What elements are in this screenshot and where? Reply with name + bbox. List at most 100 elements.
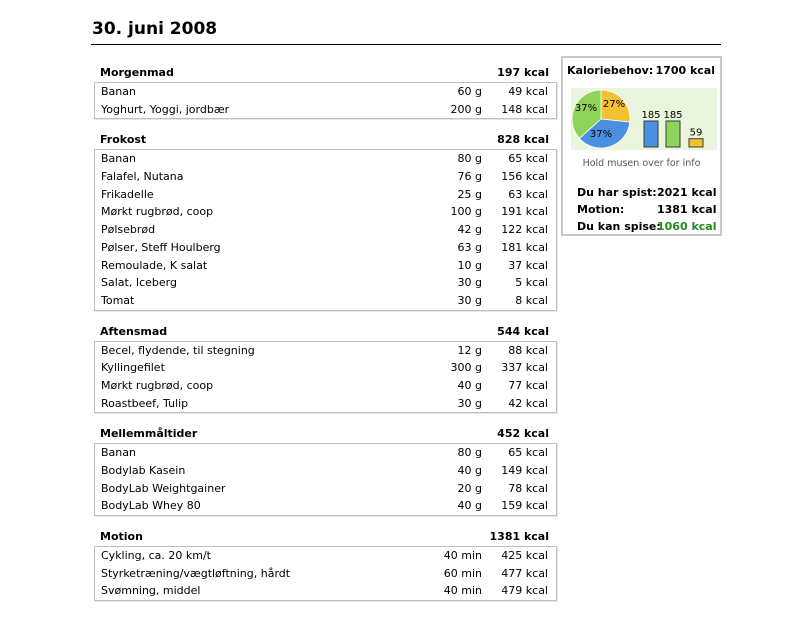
pie-slice-label: 27% [603,99,625,110]
food-row[interactable]: Pølser, Steff Houlberg 63 g 181 kcal [95,239,556,257]
food-name: Mørkt rugbrød, coop [101,378,214,392]
food-row[interactable]: Tomat 30 g 8 kcal [95,292,556,310]
food-kcal: 148 kcal [501,102,548,116]
food-row[interactable]: Styrketræning/vægtløftning, hårdt 60 min 4… [95,565,556,583]
food-kcal: 42 kcal [508,396,548,410]
food-name: Falafel, Nutana [101,170,184,184]
food-name: Banan [101,446,136,460]
pie-slice-label: 37% [575,103,597,114]
food-quantity: 20 g [457,481,482,495]
food-row[interactable]: Remoulade, K salat 10 g 37 kcal [95,257,556,275]
food-row[interactable]: Cykling, ca. 20 km/t 40 min 425 kcal [95,547,556,565]
food-kcal: 181 kcal [501,240,548,254]
title-divider [91,44,721,45]
nutrition-chart[interactable]: 27% 37% 37% 185 185 59 [571,88,717,150]
food-kcal: 88 kcal [508,343,548,357]
food-row[interactable]: BodyLab Whey 80 40 g 159 kcal [95,497,556,515]
food-quantity: 300 g [450,361,482,375]
food-name: Remoulade, K salat [101,258,208,272]
section-title: Mellemmåltider [100,427,198,441]
food-quantity: 76 g [457,170,482,184]
food-name: BodyLab Whey 80 [101,499,201,513]
food-kcal: 337 kcal [501,361,548,375]
bar[interactable] [688,138,704,148]
eaten-label: Du har spist: [577,186,657,199]
meal-list: Morgenmad 197 kcal Banan 60 g 49 kcal Yoghurt… [94,66,557,615]
hover-hint: Hold musen over for info [582,158,701,169]
bar[interactable] [665,120,681,148]
section-items-table: Banan 80 g 65 kcal Bodylab Kasein 40 g 149 kc… [94,443,557,517]
remaining-value: 1060 kcal [657,220,717,233]
exercise-value: 1381 kcal [657,203,717,216]
food-row[interactable]: Kyllingefilet 300 g 337 kcal [95,359,556,377]
food-row[interactable]: Banan 80 g 65 kcal [95,150,556,168]
section-header: Motion 1381 kcal [94,530,557,546]
meal-section: Aftensmad 544 kcal Becel, flydende, til st… [94,325,557,414]
section-total: 452 kcal [497,427,549,441]
food-name: Styrketræning/vægtløftning, hårdt [101,566,291,580]
food-quantity: 40 min [443,584,482,598]
food-name: Pølser, Steff Houlberg [101,240,221,254]
food-row[interactable]: Yoghurt, Yoggi, jordbær 200 g 148 kcal [95,101,556,119]
food-kcal: 156 kcal [501,170,548,184]
bar[interactable] [643,120,659,148]
food-row[interactable]: BodyLab Weightgainer 20 g 78 kcal [95,480,556,498]
exercise-row: Motion: 1381 kcal [577,203,716,216]
food-name: Cykling, ca. 20 km/t [101,549,211,563]
pie-slice-label: 37% [590,129,612,140]
food-row[interactable]: Falafel, Nutana 76 g 156 kcal [95,168,556,186]
food-quantity: 42 g [457,223,482,237]
food-name: Becel, flydende, til stegning [101,343,255,357]
food-name: Pølsebrød [101,223,156,237]
food-name: Frikadelle [101,187,154,201]
food-kcal: 425 kcal [501,549,548,563]
food-row[interactable]: Banan 80 g 65 kcal [95,444,556,462]
food-row[interactable]: Roastbeef, Tulip 30 g 42 kcal [95,395,556,413]
nutrition-chart-svg[interactable]: 27% 37% 37% 185 185 59 [571,88,717,150]
page-title: 30. juni 2008 [92,19,218,39]
food-row[interactable]: Pølsebrød 42 g 122 kcal [95,221,556,239]
food-kcal: 78 kcal [508,481,548,495]
section-total: 828 kcal [497,133,549,147]
food-kcal: 5 kcal [515,276,548,290]
food-kcal: 65 kcal [508,152,548,166]
food-quantity: 30 g [457,396,482,410]
section-items-table: Cykling, ca. 20 km/t 40 min 425 kcal Styrke… [94,546,557,602]
remaining-row: Du kan spise: 1060 kcal [577,220,716,233]
food-quantity: 10 g [457,258,482,272]
food-row[interactable]: Mørkt rugbrød, coop 40 g 77 kcal [95,377,556,395]
food-name: Banan [101,152,136,166]
food-row[interactable]: Salat, Iceberg 30 g 5 kcal [95,274,556,292]
food-name: Salat, Iceberg [101,276,177,290]
section-total: 1381 kcal [489,530,549,544]
food-name: Tomat [101,293,135,307]
food-quantity: 60 g [457,85,482,98]
food-quantity: 40 g [457,464,482,477]
food-kcal: 49 kcal [508,85,548,98]
food-quantity: 40 min [443,549,482,563]
food-quantity: 60 min [443,566,482,580]
food-kcal: 65 kcal [508,446,548,460]
food-row[interactable]: Banan 60 g 49 kcal [95,83,556,101]
food-row[interactable]: Becel, flydende, til stegning 12 g 88 kcal [95,342,556,360]
meal-section: Motion 1381 kcal Cykling, ca. 20 km/t 40 mi… [94,530,557,602]
section-items-table: Becel, flydende, til stegning 12 g 88 kcal… [94,340,557,414]
food-name: Roastbeef, Tulip [101,396,189,410]
food-row[interactable]: Frikadelle 25 g 63 kcal [95,186,556,204]
food-quantity: 63 g [457,240,482,254]
food-quantity: 80 g [457,446,482,460]
food-row[interactable]: Svømning, middel 40 min 479 kcal [95,582,556,600]
food-kcal: 479 kcal [501,584,548,598]
section-header: Mellemmåltider 452 kcal [94,427,557,443]
section-title: Motion [100,530,143,544]
food-name: Yoghurt, Yoggi, jordbær [101,102,230,116]
food-quantity: 200 g [450,102,482,116]
calorie-need-label: Kaloriebehov: [567,64,654,77]
food-name: Mørkt rugbrød, coop [101,205,214,219]
food-quantity: 30 g [457,293,482,307]
meal-section: Morgenmad 197 kcal Banan 60 g 49 kcal Yoghurt… [94,66,557,120]
food-kcal: 8 kcal [515,293,548,307]
food-quantity: 30 g [457,276,482,290]
food-row[interactable]: Mørkt rugbrød, coop 100 g 191 kcal [95,203,556,221]
food-row[interactable]: Bodylab Kasein 40 g 149 kcal [95,462,556,480]
